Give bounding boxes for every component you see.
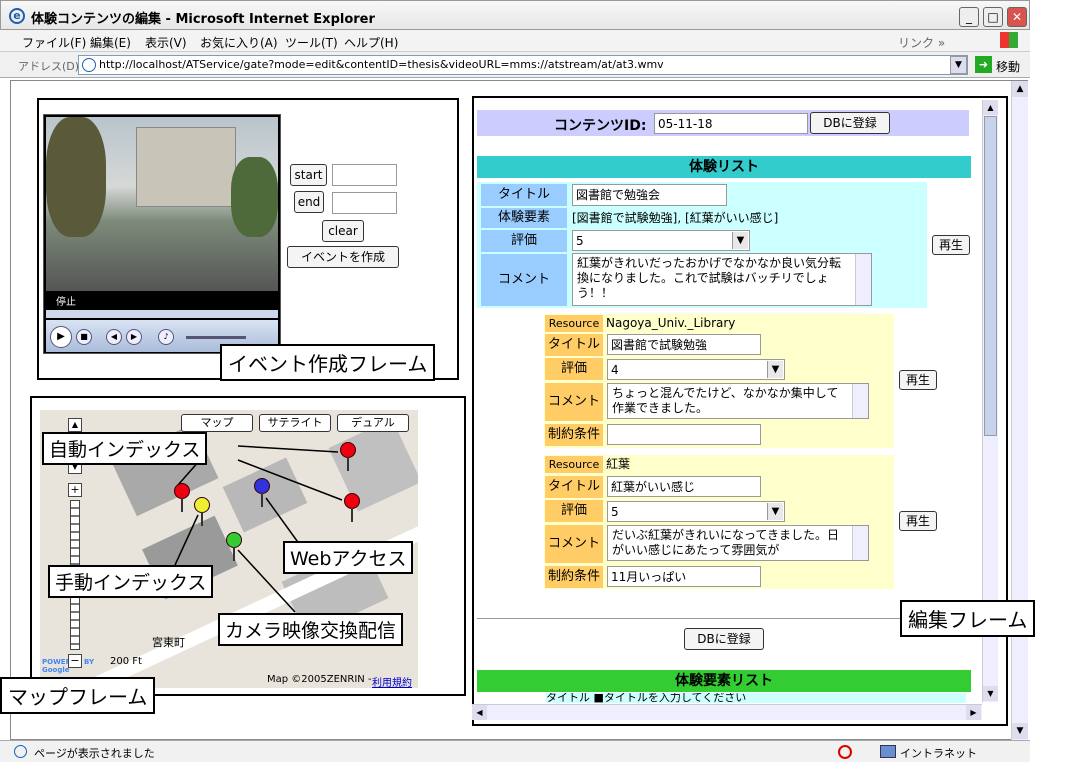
resource-comment-label-2: コメント [545, 525, 603, 563]
resource-comment-label-1: コメント [545, 383, 603, 421]
comment-scrollbar[interactable] [852, 384, 868, 418]
resource-label-1: Resource [545, 315, 603, 332]
intranet-icon [880, 745, 896, 758]
blocked-icon [838, 745, 852, 759]
manual-index-label: 手動インデックス [48, 565, 214, 598]
element-list-header: 体験要素リスト [477, 670, 971, 692]
camera-label: カメラ映像交換配信 [218, 613, 404, 646]
edit-frame-hscrollbar[interactable]: ◀ ▶ [472, 704, 982, 720]
experience-rating-label: 評価 [481, 230, 567, 252]
scroll-up-icon[interactable]: ▲ [983, 100, 998, 115]
resource-title-input-1[interactable]: 図書館で試験勉強 [607, 334, 761, 355]
experience-elements-value: [図書館で試験勉強], [紅葉がいい感じ] [572, 211, 779, 225]
resource-play-button-2[interactable]: 再生 [899, 511, 937, 531]
status-text: ページが表示されました [34, 747, 155, 760]
resource-rating-label-2: 評価 [545, 500, 603, 522]
register-bottom-button[interactable]: DBに登録 [684, 628, 764, 650]
resource-rating-select-1[interactable]: 4 ▼ [607, 359, 785, 380]
element-list-partial-row: タイトル ■タイトルを入力してください [546, 693, 966, 703]
comment-scrollbar[interactable] [855, 254, 871, 305]
resource-constraint-input-2[interactable]: 11月いっぱい [607, 566, 761, 587]
zone-label: イントラネット [900, 747, 977, 760]
resource-rating-value-2: 5 [611, 505, 619, 519]
auto-index-label: 自動インデックス [42, 432, 208, 465]
content-id-input[interactable]: 05-11-18 [654, 113, 808, 134]
web-access-label: Webアクセス [283, 541, 414, 574]
experience-title-input[interactable]: 図書館で勉強会 [572, 184, 727, 206]
experience-comment-input[interactable]: 紅葉がきれいだったおかげでなかなか良い気分転換になりました。これで試験はバッチリ… [572, 253, 872, 306]
resource-comment-input-2[interactable]: だいぶ紅葉がきれいになってきました。日がいい感じにあたって雰囲気が [607, 525, 869, 561]
resource-value-1: Nagoya_Univ._Library [606, 316, 736, 330]
resource-label-2: Resource [545, 456, 603, 473]
resource-value-2: 紅葉 [606, 457, 631, 471]
experience-rating-select[interactable]: 5 ▼ [572, 230, 750, 251]
experience-play-button[interactable]: 再生 [932, 235, 970, 255]
chevron-down-icon: ▼ [732, 232, 748, 249]
resource-rating-label-1: 評価 [545, 358, 603, 380]
resource-title-label-2: タイトル [545, 476, 603, 498]
page-done-icon [14, 745, 27, 758]
scroll-left-icon[interactable]: ◀ [472, 705, 487, 720]
scroll-thumb[interactable] [984, 116, 997, 436]
map-frame-caption: マップフレーム [0, 677, 156, 714]
content-id-label: コンテンツID: [554, 118, 647, 134]
edit-frame-caption: 編集フレーム [900, 600, 1036, 637]
experience-rating-value: 5 [576, 234, 584, 248]
resource-constraint-label-2: 制約条件 [545, 566, 603, 588]
resource-constraint-input-1[interactable] [607, 424, 761, 445]
chevron-down-icon: ▼ [767, 503, 783, 520]
experience-title-label: タイトル [481, 184, 567, 206]
chevron-down-icon: ▼ [767, 361, 783, 378]
resource-rating-select-2[interactable]: 5 ▼ [607, 501, 785, 522]
scroll-down-icon[interactable]: ▼ [983, 686, 998, 701]
resource-constraint-label-1: 制約条件 [545, 424, 603, 446]
resource-rating-value-1: 4 [611, 363, 619, 377]
resource-title-label-1: タイトル [545, 334, 603, 356]
experience-elements-label: 体験要素 [481, 208, 567, 228]
resource-title-input-2[interactable]: 紅葉がいい感じ [607, 476, 761, 497]
scroll-right-icon[interactable]: ▶ [966, 705, 981, 720]
comment-scrollbar[interactable] [852, 526, 868, 560]
register-button[interactable]: DBに登録 [810, 112, 890, 134]
status-bar: ページが表示されました イントラネット [0, 740, 1030, 762]
resource-comment-input-1[interactable]: ちょっと混んでたけど、なかなか集中して作業できました。 [607, 383, 869, 419]
experience-list-header: 体験リスト [477, 156, 971, 178]
resource-play-button-1[interactable]: 再生 [899, 370, 937, 390]
experience-comment-label: コメント [481, 254, 567, 306]
